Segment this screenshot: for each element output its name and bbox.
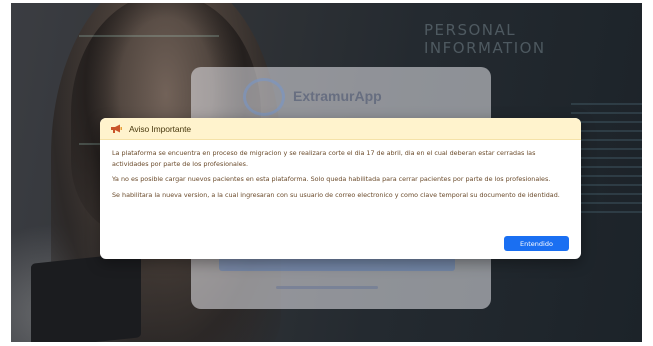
background-data-panel [571, 103, 642, 213]
understood-button[interactable]: Entendido [504, 236, 569, 251]
background-tablet [31, 252, 141, 342]
login-card-button [219, 257, 455, 271]
modal-body: La plataforma se encuentra en proceso de… [100, 140, 581, 200]
modal-paragraph-new-version: Se habilitara la nueva version, a la cua… [112, 190, 560, 199]
background-personal-information-text: PERSONAL INFORMATION [424, 21, 546, 57]
login-card-link [276, 286, 378, 289]
modal-paragraph-migration: La plataforma se encuentra en proceso de… [112, 149, 536, 168]
modal-title: Aviso Importante [129, 123, 192, 134]
app-logo-icon [243, 78, 285, 116]
megaphone-icon [110, 124, 122, 133]
modal-paragraph-new-patients: Ya no es posible cargar nuevos pacientes… [112, 175, 551, 184]
modal-header: Aviso Importante [100, 118, 581, 140]
app-logo-text: ExtramurApp [293, 88, 382, 104]
important-notice-modal: Aviso Importante La plataforma se encuen… [100, 118, 581, 259]
